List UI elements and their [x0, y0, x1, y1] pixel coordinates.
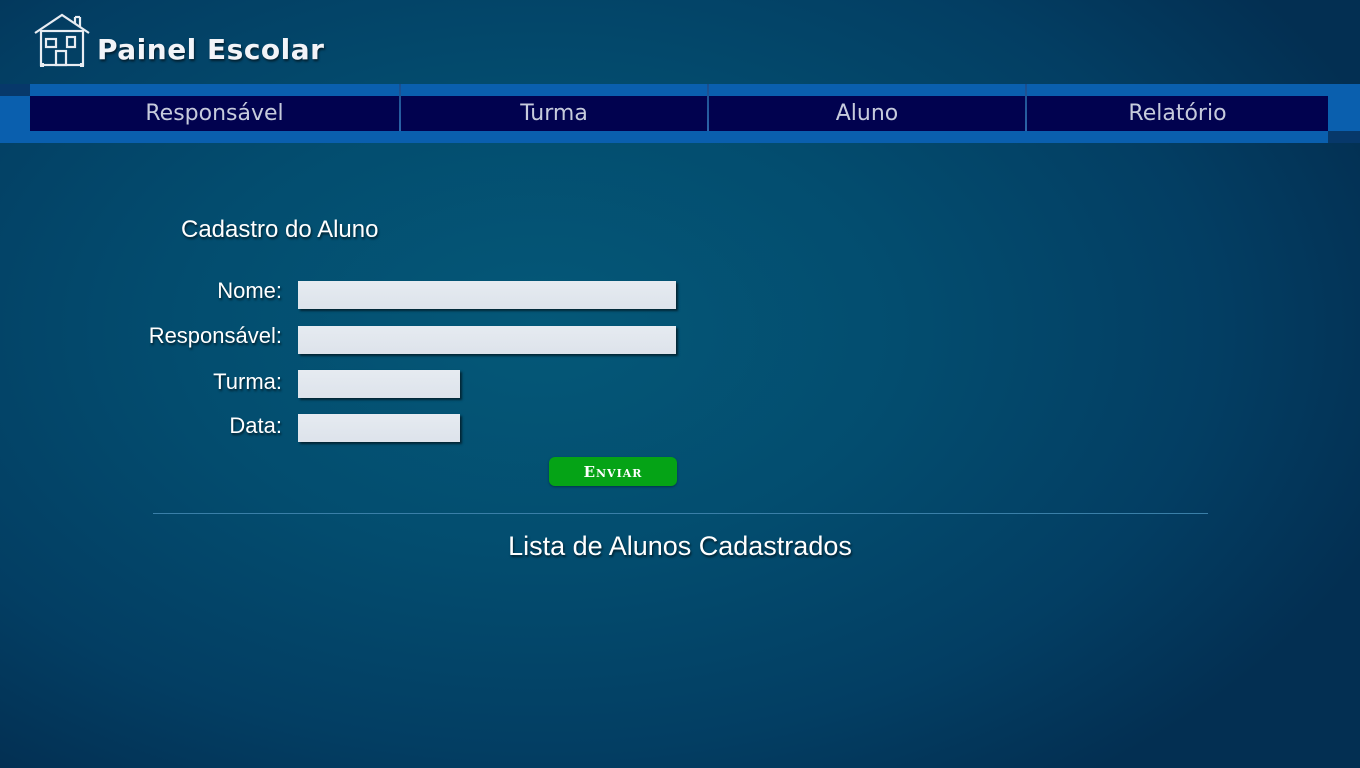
nav-item-responsavel[interactable]: Responsável: [30, 96, 399, 131]
nav-item-aluno[interactable]: Aluno: [709, 96, 1025, 131]
header: Painel Escolar: [0, 0, 1360, 84]
nome-input[interactable]: [298, 281, 676, 309]
turma-label: Turma:: [213, 369, 282, 394]
nav-item-relatorio[interactable]: Relatório: [1027, 96, 1328, 131]
responsavel-input[interactable]: [298, 326, 676, 354]
submit-button[interactable]: Enviar: [549, 457, 677, 486]
data-label: Data:: [229, 413, 282, 438]
section-divider: [153, 513, 1208, 514]
responsavel-label: Responsável:: [148, 323, 282, 348]
student-list-title: Lista de Alunos Cadastrados: [508, 531, 852, 561]
student-form: Cadastro do Aluno Nome: Responsável: Tur…: [0, 143, 1360, 523]
data-input[interactable]: [298, 414, 460, 442]
app-title: Painel Escolar: [97, 33, 325, 66]
form-title: Cadastro do Aluno: [181, 216, 379, 243]
nome-label: Nome:: [217, 278, 282, 303]
turma-input[interactable]: [298, 370, 460, 398]
nav-item-turma[interactable]: Turma: [401, 96, 707, 131]
nav-accent-right: [1328, 131, 1360, 143]
house-icon: [34, 13, 90, 67]
nav-menu: Responsável Turma Aluno Relatório: [30, 84, 1328, 131]
nav-accent-left: [0, 84, 30, 96]
main-nav: Responsável Turma Aluno Relatório: [0, 84, 1360, 143]
